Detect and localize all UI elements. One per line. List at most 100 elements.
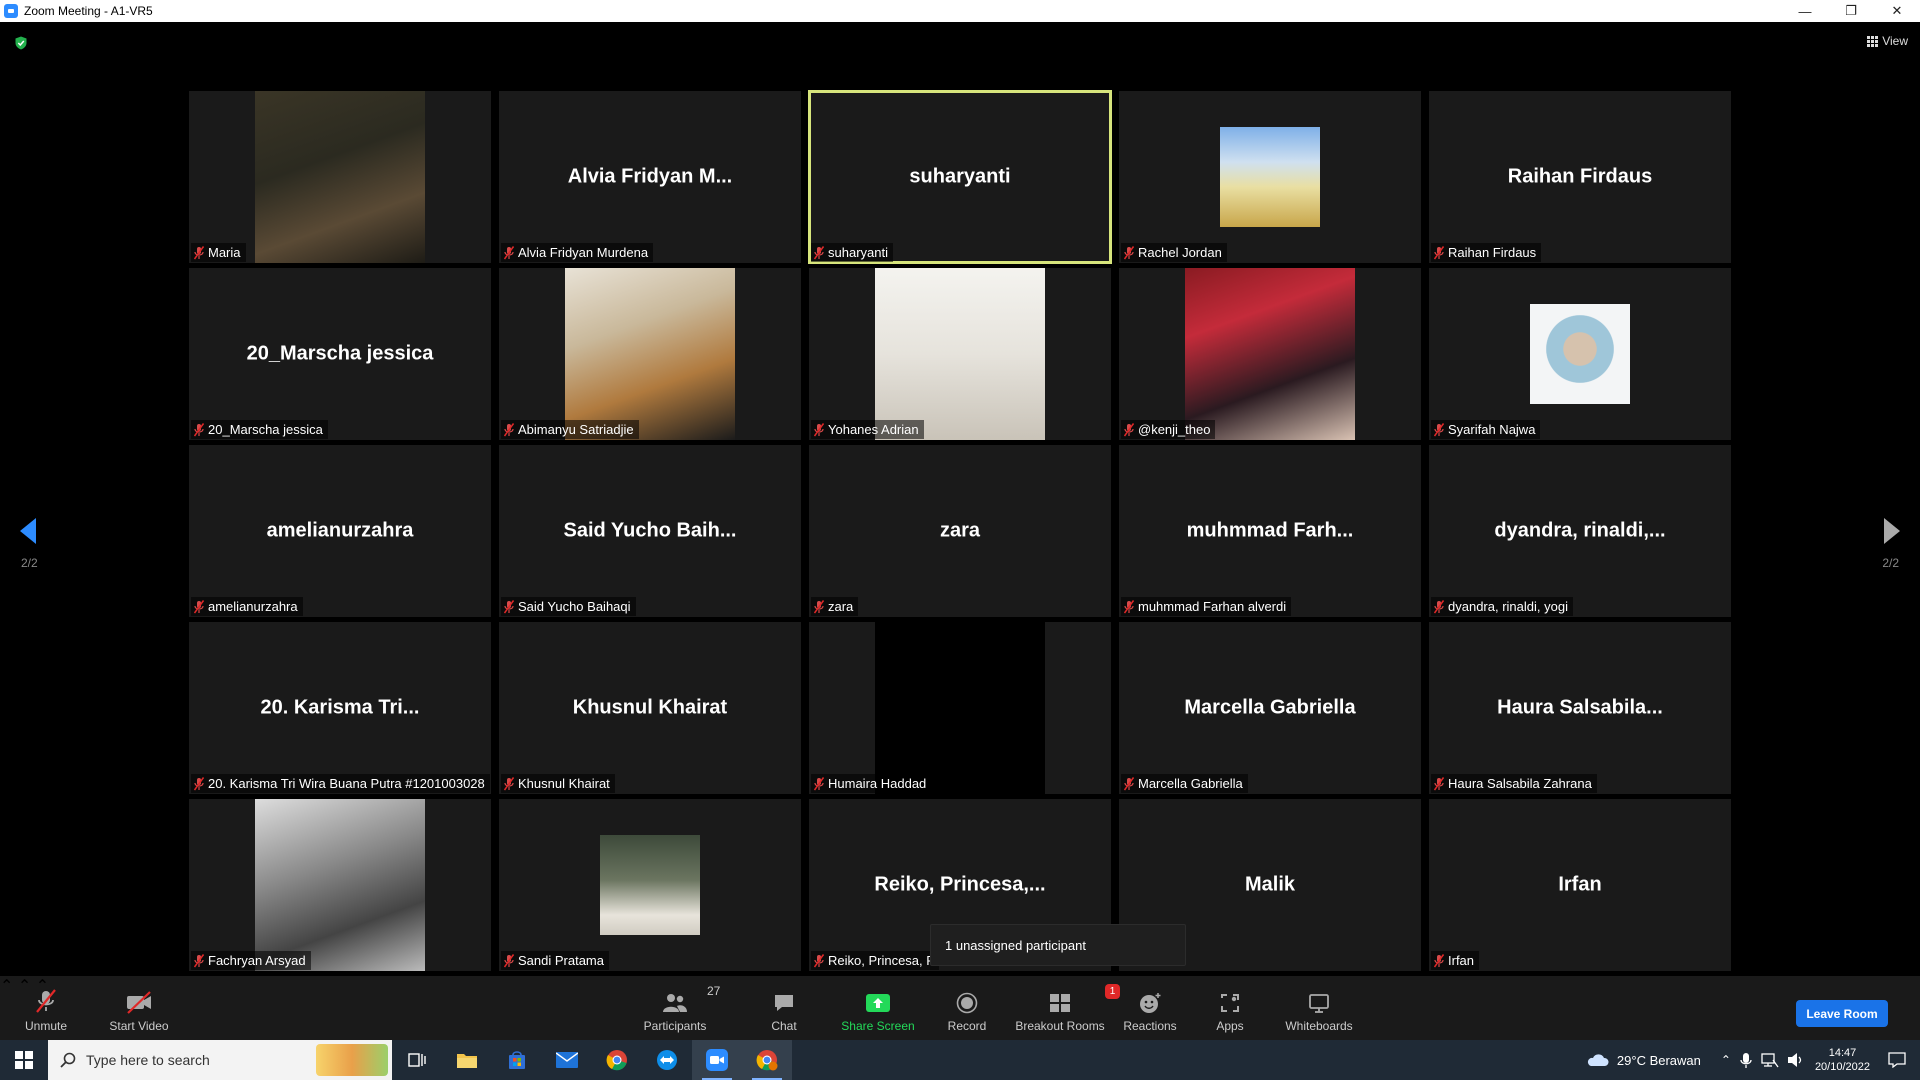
share-screen-button[interactable]: Share Screen xyxy=(838,976,918,1040)
close-button[interactable]: ✕ xyxy=(1874,0,1920,22)
muted-microphone-icon xyxy=(1123,245,1135,260)
window-titlebar: Zoom Meeting - A1-VR5 — ❐ ✕ xyxy=(0,0,1920,22)
taskbar-clock[interactable]: 14:47 20/10/2022 xyxy=(1815,1046,1870,1074)
restore-button[interactable]: ❐ xyxy=(1828,0,1874,22)
view-button[interactable]: View xyxy=(1867,34,1908,48)
participant-tile[interactable]: Haura Salsabila... Haura Salsabila Zahran… xyxy=(1429,622,1731,794)
participant-name: 20_Marscha jessica xyxy=(208,422,323,437)
participant-tile[interactable]: Alvia Fridyan M... Alvia Fridyan Murdena xyxy=(499,91,801,263)
participant-tile[interactable]: amelianurzahra amelianurzahra xyxy=(189,445,491,617)
clock-time: 14:47 xyxy=(1828,1047,1857,1059)
muted-microphone-icon xyxy=(1433,776,1445,791)
participant-name-label: Raihan Firdaus xyxy=(1431,243,1542,262)
encryption-shield-icon[interactable] xyxy=(14,36,28,50)
unassigned-participant-tooltip[interactable]: 1 unassigned participant xyxy=(930,924,1186,966)
muted-microphone-icon xyxy=(503,776,515,791)
participant-tile[interactable]: Abimanyu Satriadjie xyxy=(499,268,801,440)
muted-microphone-icon xyxy=(503,953,515,968)
participant-display-name: 20. Karisma Tri... xyxy=(260,696,420,719)
share-screen-icon xyxy=(866,994,890,1012)
participant-name-label: @kenji_theo xyxy=(1121,420,1216,439)
participant-display-name: Haura Salsabila... xyxy=(1497,696,1663,719)
participant-tile[interactable]: Rachel Jordan xyxy=(1119,91,1421,263)
participant-tile[interactable]: muhmmad Farh... muhmmad Farhan alverdi xyxy=(1119,445,1421,617)
participant-name: Said Yucho Baihaqi xyxy=(518,599,631,614)
participant-name: zara xyxy=(828,599,854,614)
previous-page-arrow-icon[interactable] xyxy=(20,518,36,544)
participant-name: Abimanyu Satriadjie xyxy=(518,422,634,437)
participant-name: Marcella Gabriella xyxy=(1138,776,1243,791)
minimize-button[interactable]: — xyxy=(1782,0,1828,22)
start-video-label: Start Video xyxy=(109,1019,169,1033)
participant-name-label: Marcella Gabriella xyxy=(1121,774,1248,793)
participant-tile[interactable]: 20. Karisma Tri... 20. Karisma Tri Wira B… xyxy=(189,622,491,794)
clock-date: 20/10/2022 xyxy=(1814,1061,1870,1073)
participant-tile[interactable]: @kenji_theo xyxy=(1119,268,1421,440)
audio-options-caret-icon[interactable]: ⌃ xyxy=(0,978,13,995)
participant-video xyxy=(255,799,425,971)
participant-tile[interactable]: suharyanti suharyanti xyxy=(808,90,1112,264)
participant-name-label: Haura Salsabila Zahrana xyxy=(1431,774,1597,793)
chat-button[interactable]: Chat xyxy=(764,976,804,1040)
participant-name: Alvia Fridyan Murdena xyxy=(518,245,649,260)
participant-name-label: Khusnul Khairat xyxy=(501,774,615,793)
search-highlight-image xyxy=(316,1044,388,1076)
start-video-button[interactable]: Start Video xyxy=(104,976,174,1040)
windows-start-icon[interactable] xyxy=(0,1040,48,1080)
teamviewer-icon[interactable] xyxy=(642,1040,692,1080)
participant-tile[interactable]: Said Yucho Baih... Said Yucho Baihaqi xyxy=(499,445,801,617)
taskbar-search-box[interactable]: Type here to search xyxy=(48,1040,392,1080)
participant-tile[interactable]: dyandra, rinaldi,... dyandra, rinaldi, yo… xyxy=(1429,445,1731,617)
page-indicator-right: 2/2 xyxy=(1882,556,1899,570)
network-icon[interactable] xyxy=(1761,1052,1779,1068)
task-view-icon[interactable] xyxy=(392,1040,442,1080)
participant-video xyxy=(875,268,1045,440)
participants-button[interactable]: 27 Participants xyxy=(640,976,721,1040)
muted-microphone-icon xyxy=(1433,599,1445,614)
microsoft-store-icon[interactable] xyxy=(492,1040,542,1080)
weather-text[interactable]: 29°C Berawan xyxy=(1617,1053,1701,1068)
zoom-taskbar-icon[interactable] xyxy=(692,1040,742,1080)
chrome-icon[interactable] xyxy=(592,1040,642,1080)
participant-display-name: Irfan xyxy=(1558,873,1602,896)
participant-tile[interactable]: 20_Marscha jessica 20_Marscha jessica xyxy=(189,268,491,440)
breakout-rooms-button[interactable]: 1 Breakout Rooms xyxy=(1012,976,1120,1040)
participant-tile[interactable]: Maria xyxy=(189,91,491,263)
participant-tile[interactable]: Khusnul Khairat Khusnul Khairat xyxy=(499,622,801,794)
chat-label: Chat xyxy=(771,1019,797,1033)
participant-tile[interactable]: Syarifah Najwa xyxy=(1429,268,1731,440)
muted-microphone-icon xyxy=(503,245,515,260)
chrome-profile-icon[interactable] xyxy=(742,1040,792,1080)
participant-tile[interactable]: zara zara xyxy=(809,445,1111,617)
record-label: Record xyxy=(947,1019,987,1033)
unmute-button[interactable]: Unmute xyxy=(20,976,72,1040)
search-placeholder: Type here to search xyxy=(86,1052,210,1068)
participant-tile[interactable]: Humaira Haddad xyxy=(809,622,1111,794)
participant-tile[interactable]: Yohanes Adrian xyxy=(809,268,1111,440)
muted-microphone-icon xyxy=(813,422,825,437)
file-explorer-icon[interactable] xyxy=(442,1040,492,1080)
muted-microphone-icon xyxy=(193,245,205,260)
volume-icon[interactable] xyxy=(1787,1052,1805,1068)
participant-name: Irfan xyxy=(1448,953,1475,968)
whiteboards-button[interactable]: Whiteboards xyxy=(1282,976,1356,1040)
mail-icon[interactable] xyxy=(542,1040,592,1080)
participant-tile[interactable]: Fachryan Arsyad xyxy=(189,799,491,971)
participant-tile[interactable]: Raihan Firdaus Raihan Firdaus xyxy=(1429,91,1731,263)
participant-name-label: Said Yucho Baihaqi xyxy=(501,597,636,616)
participant-tile[interactable]: Irfan Irfan xyxy=(1429,799,1731,971)
next-page-arrow-icon[interactable] xyxy=(1884,518,1900,544)
participant-name-label: amelianurzahra xyxy=(191,597,303,616)
participant-tile[interactable]: Marcella Gabriella Marcella Gabriella xyxy=(1119,622,1421,794)
record-button[interactable]: Record xyxy=(942,976,992,1040)
notification-center-icon[interactable] xyxy=(1888,1052,1906,1068)
apps-button[interactable]: Apps xyxy=(1212,976,1248,1040)
leave-room-button[interactable]: Leave Room xyxy=(1796,1000,1888,1027)
show-hidden-icons-icon[interactable]: ⌃ xyxy=(1721,1053,1731,1067)
muted-microphone-icon xyxy=(1433,422,1445,437)
participant-name-label: Rachel Jordan xyxy=(1121,243,1227,262)
reactions-button[interactable]: Reactions xyxy=(1122,976,1178,1040)
microphone-tray-icon[interactable] xyxy=(1739,1052,1753,1068)
participant-tile[interactable]: Sandi Pratama xyxy=(499,799,801,971)
participant-display-name: Reiko, Princesa,... xyxy=(874,873,1046,896)
